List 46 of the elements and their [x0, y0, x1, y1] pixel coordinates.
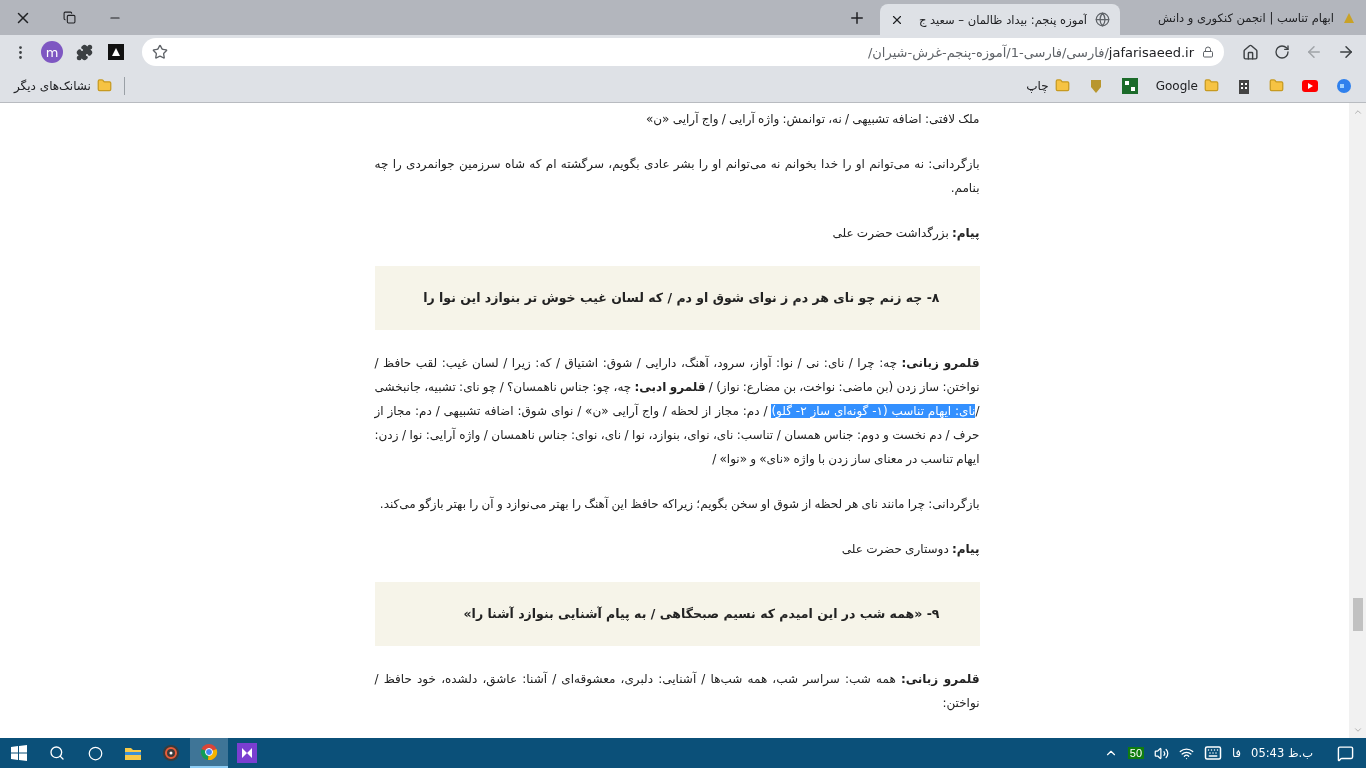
chrome-icon: [200, 743, 218, 761]
extension-icon[interactable]: [108, 44, 124, 60]
paragraph: پیام: بزرگداشت حضرت علی: [831, 225, 980, 243]
verse-block: ۹- «همه شب در این امیدم که نسیم صبحگاهی / به پیام آشنایی بنوازد آشنا را»: [374, 582, 980, 646]
extensions-icon[interactable]: [75, 43, 93, 61]
keyboard-icon[interactable]: [1204, 744, 1223, 762]
wifi-icon[interactable]: [1179, 745, 1195, 761]
folder-icon: [124, 745, 142, 761]
paragraph: بازگردانی: نه می‌توانم او را خدا بخوانم نه می‌توانم او را بشر عادی بگویم، سرگشته ام که شاه سرزمین جوانمردی را چه بنامم.: [374, 156, 980, 197]
star-icon[interactable]: [152, 44, 168, 60]
verse-block: ۸- چه زنم چو نای هر دم ز نوای شوق او دم / که لسان غیب خوش تر بنوازد این نوا را: [374, 266, 980, 330]
paragraph: بازگردانی: چرا مانند نای هر لحظه از شوق او سخن بگویم؛ زیراکه حافظ این آهنگ را بهتر می‌نوازد و آن را بهتر بازگو می‌کند.: [378, 495, 980, 514]
paragraph: ملک لافتی: اضافه تشبیهی / نه، توانمش: واژه آرایی / واج آرایی «ن»: [644, 110, 980, 129]
lock-icon: [1202, 46, 1214, 58]
disc-icon: [162, 744, 180, 762]
search-icon[interactable]: [49, 745, 65, 761]
windows-icon[interactable]: [11, 745, 27, 761]
folder-icon: [1054, 78, 1070, 93]
reload-icon[interactable]: [1274, 44, 1290, 60]
volume-icon[interactable]: [1154, 745, 1170, 761]
browser-tab[interactable]: ابهام تناسب | انجمن کنکوری و دانش: [1120, 0, 1366, 35]
globe-icon: [1095, 12, 1110, 27]
circle-icon[interactable]: [87, 745, 103, 761]
globe-icon[interactable]: [1336, 77, 1352, 94]
home-icon[interactable]: [1241, 43, 1259, 61]
other-bookmarks[interactable]: نشانک‌های دیگر: [8, 72, 118, 99]
profile-avatar[interactable]: m: [41, 41, 63, 63]
restore-icon[interactable]: [62, 11, 76, 24]
grid-icon[interactable]: [1121, 77, 1138, 94]
battery-badge[interactable]: 50: [1127, 747, 1145, 759]
paragraph: قلمرو زبانی: همه شب: سراسر شب، همه شب‌ها / آشنایی: دلبری، معشوقه‌ای / آشنا: عاشق، دلشده، خود حافظ / نواختن:: [374, 670, 980, 713]
folder-icon: [96, 78, 112, 93]
notification-icon[interactable]: [1337, 744, 1354, 762]
browser-tab[interactable]: آموزه پنجم: بیداد ظالمان – سعید ج: [880, 4, 1120, 35]
bookmark-folder[interactable]: Google: [1149, 72, 1225, 99]
clock[interactable]: 05:43 ب.ظ: [1251, 746, 1313, 760]
building-icon[interactable]: [1237, 77, 1251, 94]
paragraph: پیام: دوستاری حضرت علی: [840, 541, 980, 559]
bookmark-folder[interactable]: چاپ: [1020, 72, 1076, 99]
folder-icon: [1204, 78, 1219, 93]
studio-icon: [237, 743, 257, 763]
scrollbar[interactable]: [1349, 103, 1366, 738]
back-icon[interactable]: [1337, 43, 1355, 61]
video-icon[interactable]: [1302, 79, 1318, 92]
scroll-thumb[interactable]: [1352, 598, 1363, 631]
language-indicator[interactable]: فا: [1232, 746, 1242, 760]
